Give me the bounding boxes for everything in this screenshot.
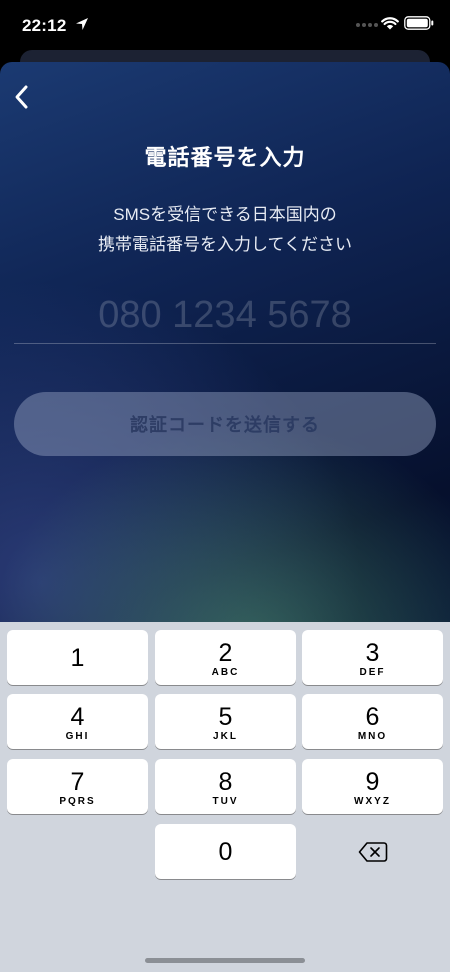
delete-key[interactable] — [302, 824, 443, 879]
page-title: 電話番号を入力 — [144, 145, 306, 170]
key-digit: 1 — [70, 644, 85, 672]
instruction-line-2: 携帯電話番号を入力してください — [98, 235, 352, 254]
key-digit: 7 — [70, 768, 85, 796]
key-digit: 8 — [218, 768, 233, 796]
key-digit: 2 — [218, 639, 233, 667]
status-bar: 22:12 — [0, 0, 450, 50]
phone-screen: 22:12 電話番号を入力 SMSを受信できる日本国内の 携帯電話番号を入力して… — [0, 0, 450, 972]
instruction-line-1: SMSを受信できる日本国内の — [113, 205, 337, 224]
key-letters: TUV — [212, 796, 239, 807]
location-arrow-icon — [76, 18, 88, 30]
instruction-text: SMSを受信できる日本国内の 携帯電話番号を入力してください — [0, 200, 450, 260]
key-letters: WXYZ — [354, 796, 391, 807]
key-6[interactable]: 6 MNO — [302, 694, 443, 749]
key-letters: GHI — [65, 731, 90, 742]
phone-number-input[interactable] — [14, 288, 436, 342]
key-letters: PQRS — [59, 796, 96, 807]
input-underline — [14, 343, 436, 344]
key-digit: 3 — [365, 639, 380, 667]
key-letters: ABC — [211, 667, 240, 678]
numeric-keypad: 1 2 ABC 3 DEF 4 GHI 5 JKL 6 MNO 7 PQRS 8… — [0, 622, 450, 972]
key-2[interactable]: 2 ABC — [155, 630, 296, 685]
send-verification-code-button[interactable]: 認証コードを送信する — [14, 392, 436, 456]
key-7[interactable]: 7 PQRS — [7, 759, 148, 814]
key-letters: DEF — [359, 667, 386, 678]
key-0[interactable]: 0 — [155, 824, 296, 879]
chevron-left-icon[interactable] — [8, 80, 38, 114]
key-8[interactable]: 8 TUV — [155, 759, 296, 814]
key-4[interactable]: 4 GHI — [7, 694, 148, 749]
key-1[interactable]: 1 — [7, 630, 148, 685]
key-digit: 4 — [70, 703, 85, 731]
key-5[interactable]: 5 JKL — [155, 694, 296, 749]
key-digit: 9 — [365, 768, 380, 796]
status-time: 22:12 — [22, 16, 67, 35]
backspace-icon — [358, 842, 388, 862]
cellular-signal-icon — [356, 23, 378, 27]
key-letters: JKL — [213, 731, 238, 742]
key-letters: MNO — [357, 731, 388, 742]
wifi-icon — [381, 17, 399, 30]
key-digit: 6 — [365, 703, 380, 731]
key-3[interactable]: 3 DEF — [302, 630, 443, 685]
home-indicator[interactable] — [145, 958, 305, 963]
key-9[interactable]: 9 WXYZ — [302, 759, 443, 814]
battery-icon — [404, 16, 434, 30]
key-digit: 0 — [218, 838, 233, 866]
key-digit: 5 — [218, 703, 233, 731]
